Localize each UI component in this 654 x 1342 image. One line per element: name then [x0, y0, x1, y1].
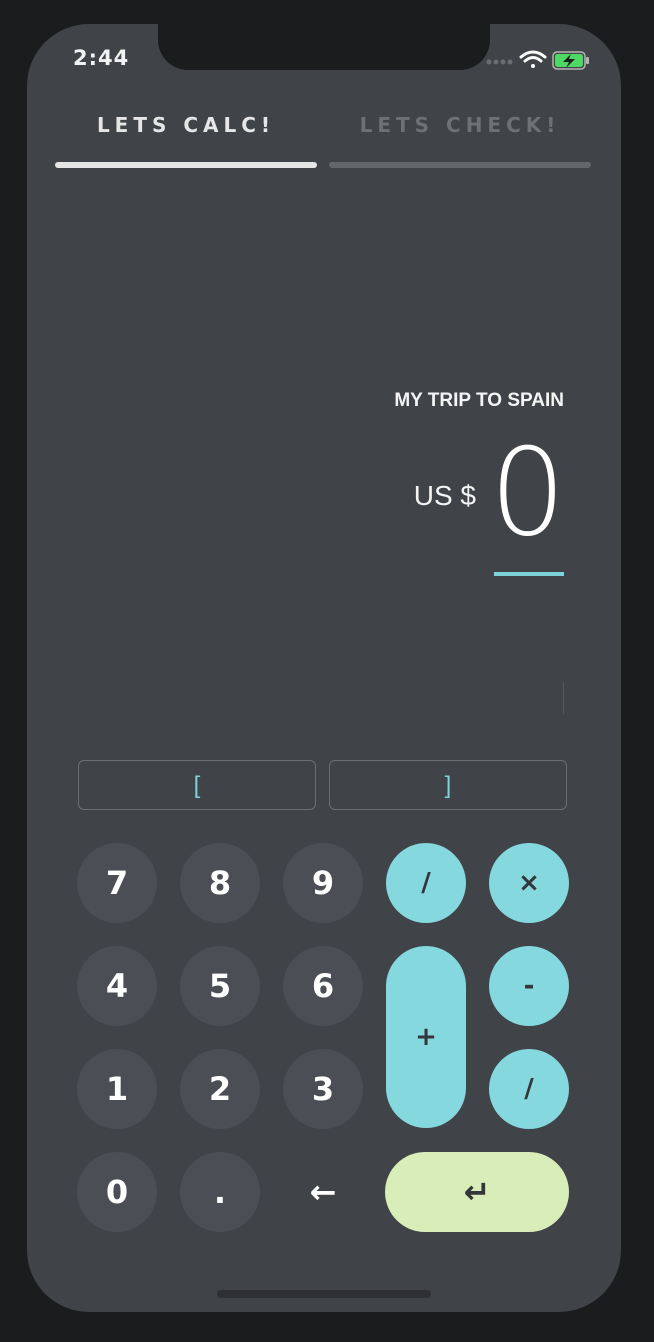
key-7[interactable]: 7: [77, 843, 157, 923]
key-5[interactable]: 5: [180, 946, 260, 1026]
minus-button[interactable]: -: [489, 946, 569, 1026]
phone-frame: 2:44 LETS CALC! LETS CHECK! MY TRIP TO S…: [0, 0, 654, 1342]
signal-dots-icon: [486, 59, 513, 65]
key-4[interactable]: 4: [77, 946, 157, 1026]
battery-charging-icon: [552, 51, 589, 70]
enter-return-icon: ↵: [463, 1173, 491, 1211]
home-indicator: [217, 1290, 431, 1298]
key-8[interactable]: 8: [180, 843, 260, 923]
backspace-button[interactable]: ←: [283, 1152, 363, 1232]
tab-label: LETS CALC!: [96, 113, 276, 137]
open-bracket-button[interactable]: [: [78, 760, 316, 810]
status-time: 2:44: [73, 46, 130, 70]
tab-label: LETS CHECK!: [359, 113, 561, 137]
tab-lets-calc[interactable]: LETS CALC!: [55, 108, 317, 168]
enter-button[interactable]: ↵: [385, 1152, 569, 1232]
backspace-arrow-icon: ←: [309, 1173, 337, 1211]
trip-title: MY TRIP TO SPAIN: [394, 390, 564, 411]
tab-inactive-indicator: [329, 162, 591, 168]
key-3[interactable]: 3: [283, 1049, 363, 1129]
notch: [158, 24, 490, 70]
tab-active-indicator: [55, 162, 317, 168]
currency-label: US $: [413, 480, 476, 511]
amount-underline: [494, 572, 564, 576]
key-0[interactable]: 0: [77, 1152, 157, 1232]
tab-bar: LETS CALC! LETS CHECK!: [55, 108, 591, 168]
wifi-icon: [519, 50, 547, 68]
divide-button-secondary[interactable]: /: [489, 1049, 569, 1129]
key-1[interactable]: 1: [77, 1049, 157, 1129]
status-icons: [483, 46, 593, 74]
key-2[interactable]: 2: [180, 1049, 260, 1129]
amount-display[interactable]: 0: [490, 429, 566, 559]
divide-button[interactable]: /: [386, 843, 466, 923]
app-screen: 2:44 LETS CALC! LETS CHECK! MY TRIP TO S…: [27, 24, 621, 1312]
plus-button[interactable]: +: [386, 946, 466, 1128]
key-9[interactable]: 9: [283, 843, 363, 923]
expression-cursor: [563, 682, 564, 714]
tab-lets-check[interactable]: LETS CHECK!: [329, 108, 591, 168]
multiply-button[interactable]: ×: [489, 843, 569, 923]
decimal-button[interactable]: .: [180, 1152, 260, 1232]
key-6[interactable]: 6: [283, 946, 363, 1026]
close-bracket-button[interactable]: ]: [329, 760, 567, 810]
